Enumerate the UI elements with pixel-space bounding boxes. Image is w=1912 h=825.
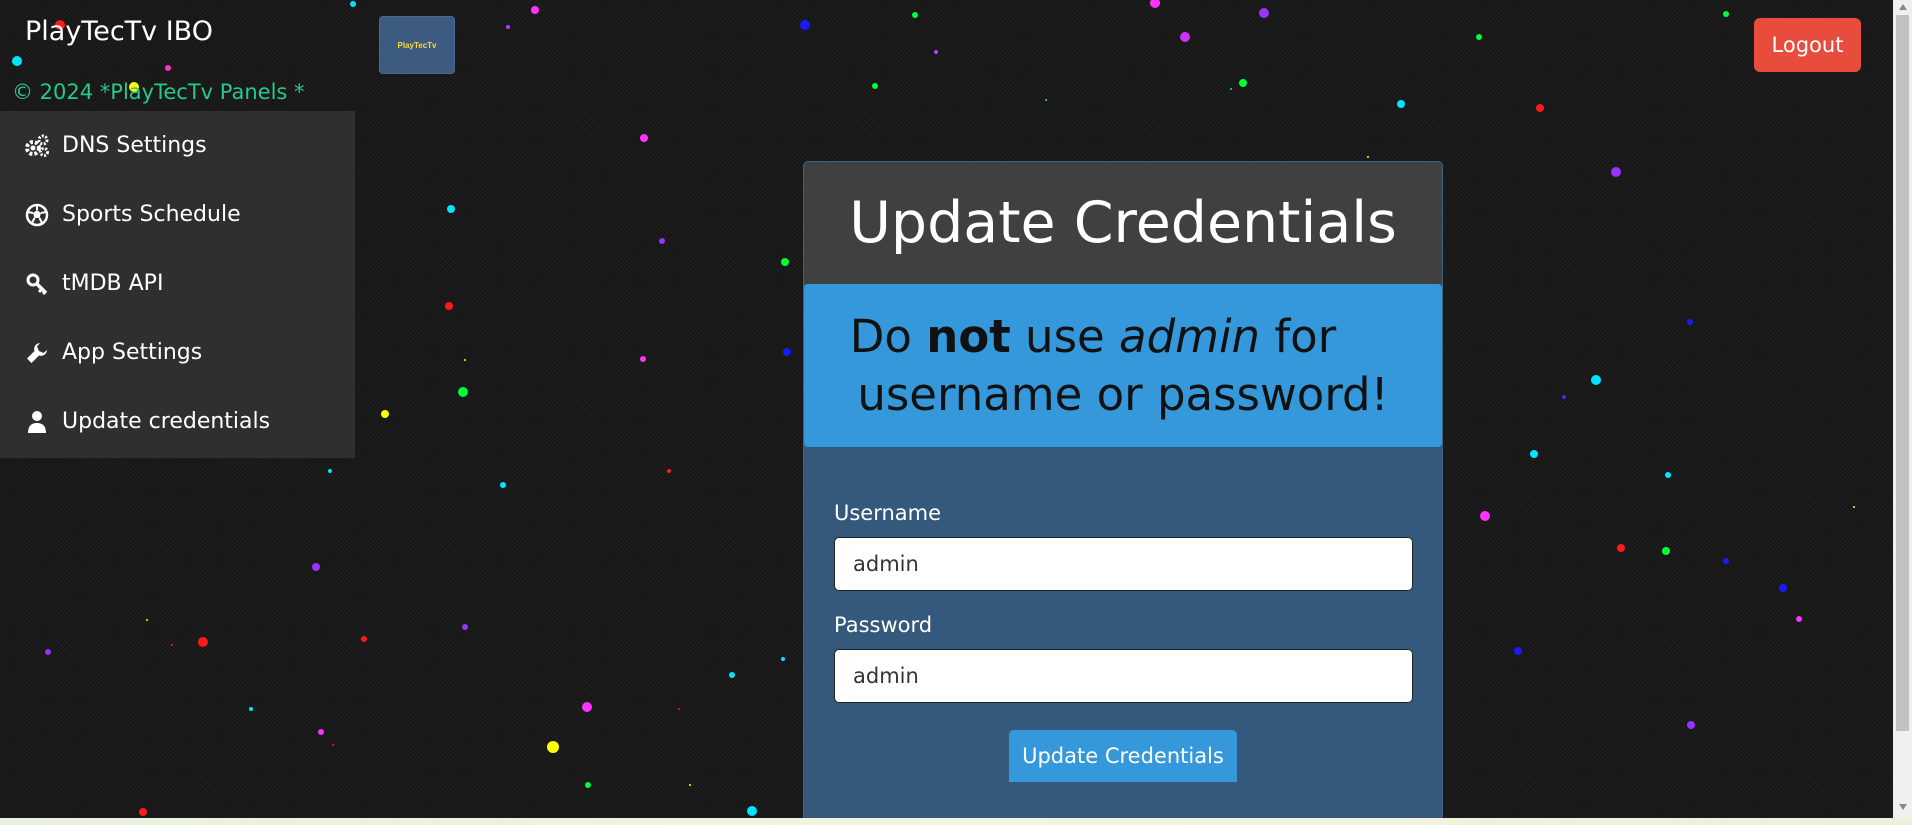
update-credentials-button[interactable]: Update Credentials (1009, 730, 1237, 782)
soccer-ball-icon (24, 202, 50, 228)
sidebar-item-label: DNS Settings (62, 133, 207, 158)
warning-text: use (1010, 309, 1120, 363)
brand-title: PlayTecTv IBO (25, 16, 213, 47)
logo-text: PlayTecTv (397, 40, 437, 50)
password-input[interactable] (834, 649, 1413, 703)
horizontal-scrollbar[interactable] (0, 818, 1912, 825)
scroll-down-arrow-icon[interactable] (1899, 804, 1907, 810)
credentials-form: Username Password Update Credentials (804, 447, 1442, 782)
sidebar-item-label: Sports Schedule (62, 202, 241, 227)
warning-italic-admin: admin (1119, 309, 1261, 363)
warning-line-2: username or password! (857, 367, 1389, 421)
warning-text: for (1260, 309, 1337, 363)
warning-bold-not: not (926, 309, 1011, 363)
key-icon (24, 271, 50, 297)
warning-text: Do (849, 309, 927, 363)
update-credentials-panel: Update Credentials Do not use admin for … (803, 161, 1443, 825)
password-label: Password (834, 613, 933, 637)
sidebar-item-label: App Settings (62, 340, 203, 365)
sidebar-item-label: tMDB API (62, 271, 164, 296)
username-label: Username (834, 501, 942, 525)
sidebar-item-dns-settings[interactable]: DNS Settings (0, 111, 355, 180)
vertical-scrollbar[interactable] (1893, 0, 1912, 818)
gears-icon (24, 133, 50, 159)
sidebar-item-label: Update credentials (62, 409, 271, 434)
user-icon (24, 409, 50, 435)
sidebar-item-tmdb-api[interactable]: tMDB API (0, 249, 355, 318)
scroll-up-arrow-icon[interactable] (1899, 4, 1907, 10)
sidebar-item-app-settings[interactable]: App Settings (0, 318, 355, 387)
wrench-icon (24, 340, 50, 366)
panel-title: Update Credentials (804, 162, 1442, 284)
username-input[interactable] (834, 537, 1413, 591)
warning-line-1: Do not use admin for (804, 308, 1389, 366)
sidebar-item-update-credentials[interactable]: Update credentials (0, 387, 355, 456)
warning-banner: Do not use admin for username or passwor… (804, 284, 1442, 447)
brand-logo[interactable]: PlayTecTv (379, 16, 455, 74)
sidebar-item-sports-schedule[interactable]: Sports Schedule (0, 180, 355, 249)
copyright-text: © 2024 *PlayTecTv Panels * (12, 80, 305, 104)
scrollbar-thumb[interactable] (1896, 15, 1909, 731)
sidebar-menu: DNS Settings Sports Schedule tMDB API Ap… (0, 111, 355, 458)
logout-button[interactable]: Logout (1754, 18, 1861, 72)
